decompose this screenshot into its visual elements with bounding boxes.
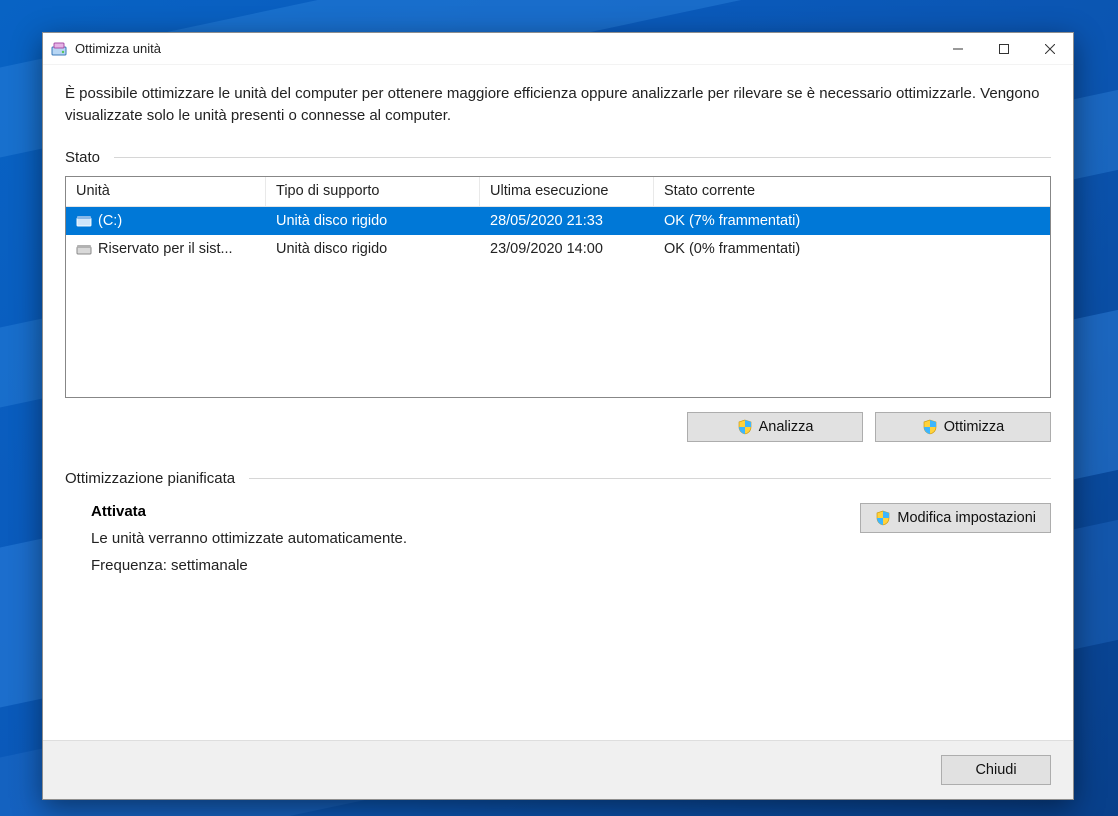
optimize-label: Ottimizza [944, 419, 1004, 435]
close-label: Chiudi [975, 762, 1016, 778]
listview-header[interactable]: Unità Tipo di supporto Ultima esecuzione… [66, 177, 1050, 207]
analyze-label: Analizza [759, 419, 814, 435]
titlebar[interactable]: Ottimizza unità [43, 33, 1073, 65]
status-section-label: Stato [65, 149, 114, 166]
window-title: Ottimizza unità [75, 41, 161, 56]
schedule-desc: Le unità verranno ottimizzate automatica… [91, 530, 840, 547]
close-button[interactable] [1027, 33, 1073, 65]
footer: Chiudi [43, 740, 1073, 799]
shield-icon [922, 419, 938, 435]
drive-last: 28/05/2020 21:33 [480, 213, 654, 229]
drives-listview[interactable]: Unità Tipo di supporto Ultima esecuzione… [65, 176, 1051, 398]
drive-last: 23/09/2020 14:00 [480, 241, 654, 257]
drive-icon [76, 213, 92, 229]
divider [249, 478, 1051, 479]
drive-icon [76, 241, 92, 257]
minimize-button[interactable] [935, 33, 981, 65]
schedule-state: Attivata [91, 503, 840, 520]
drive-row[interactable]: Riservato per il sist... Unità disco rig… [66, 235, 1050, 263]
analyze-button[interactable]: Analizza [687, 412, 863, 442]
optimize-drives-window: Ottimizza unità È possibile ottimizzare … [42, 32, 1074, 800]
maximize-button[interactable] [981, 33, 1027, 65]
column-header-type[interactable]: Tipo di supporto [266, 177, 480, 206]
desktop-background: Ottimizza unità È possibile ottimizzare … [0, 0, 1118, 816]
drive-name: (C:) [98, 213, 122, 229]
drive-row[interactable]: (C:) Unità disco rigido 28/05/2020 21:33… [66, 207, 1050, 235]
drive-type: Unità disco rigido [266, 213, 480, 229]
schedule-section-label: Ottimizzazione pianificata [65, 470, 249, 487]
column-header-state[interactable]: Stato corrente [654, 177, 1050, 206]
optimize-button[interactable]: Ottimizza [875, 412, 1051, 442]
change-settings-label: Modifica impostazioni [897, 510, 1036, 526]
shield-icon [875, 510, 891, 526]
drive-name: Riservato per il sist... [98, 241, 233, 257]
description-text: È possibile ottimizzare le unità del com… [65, 83, 1051, 127]
close-dialog-button[interactable]: Chiudi [941, 755, 1051, 785]
drive-state: OK (0% frammentati) [654, 241, 1050, 257]
optimize-drives-icon [51, 41, 67, 57]
drive-state: OK (7% frammentati) [654, 213, 1050, 229]
change-settings-button[interactable]: Modifica impostazioni [860, 503, 1051, 533]
shield-icon [737, 419, 753, 435]
divider [114, 157, 1051, 158]
column-header-last[interactable]: Ultima esecuzione [480, 177, 654, 206]
column-header-drive[interactable]: Unità [66, 177, 266, 206]
schedule-freq: Frequenza: settimanale [91, 557, 840, 574]
drive-type: Unità disco rigido [266, 241, 480, 257]
